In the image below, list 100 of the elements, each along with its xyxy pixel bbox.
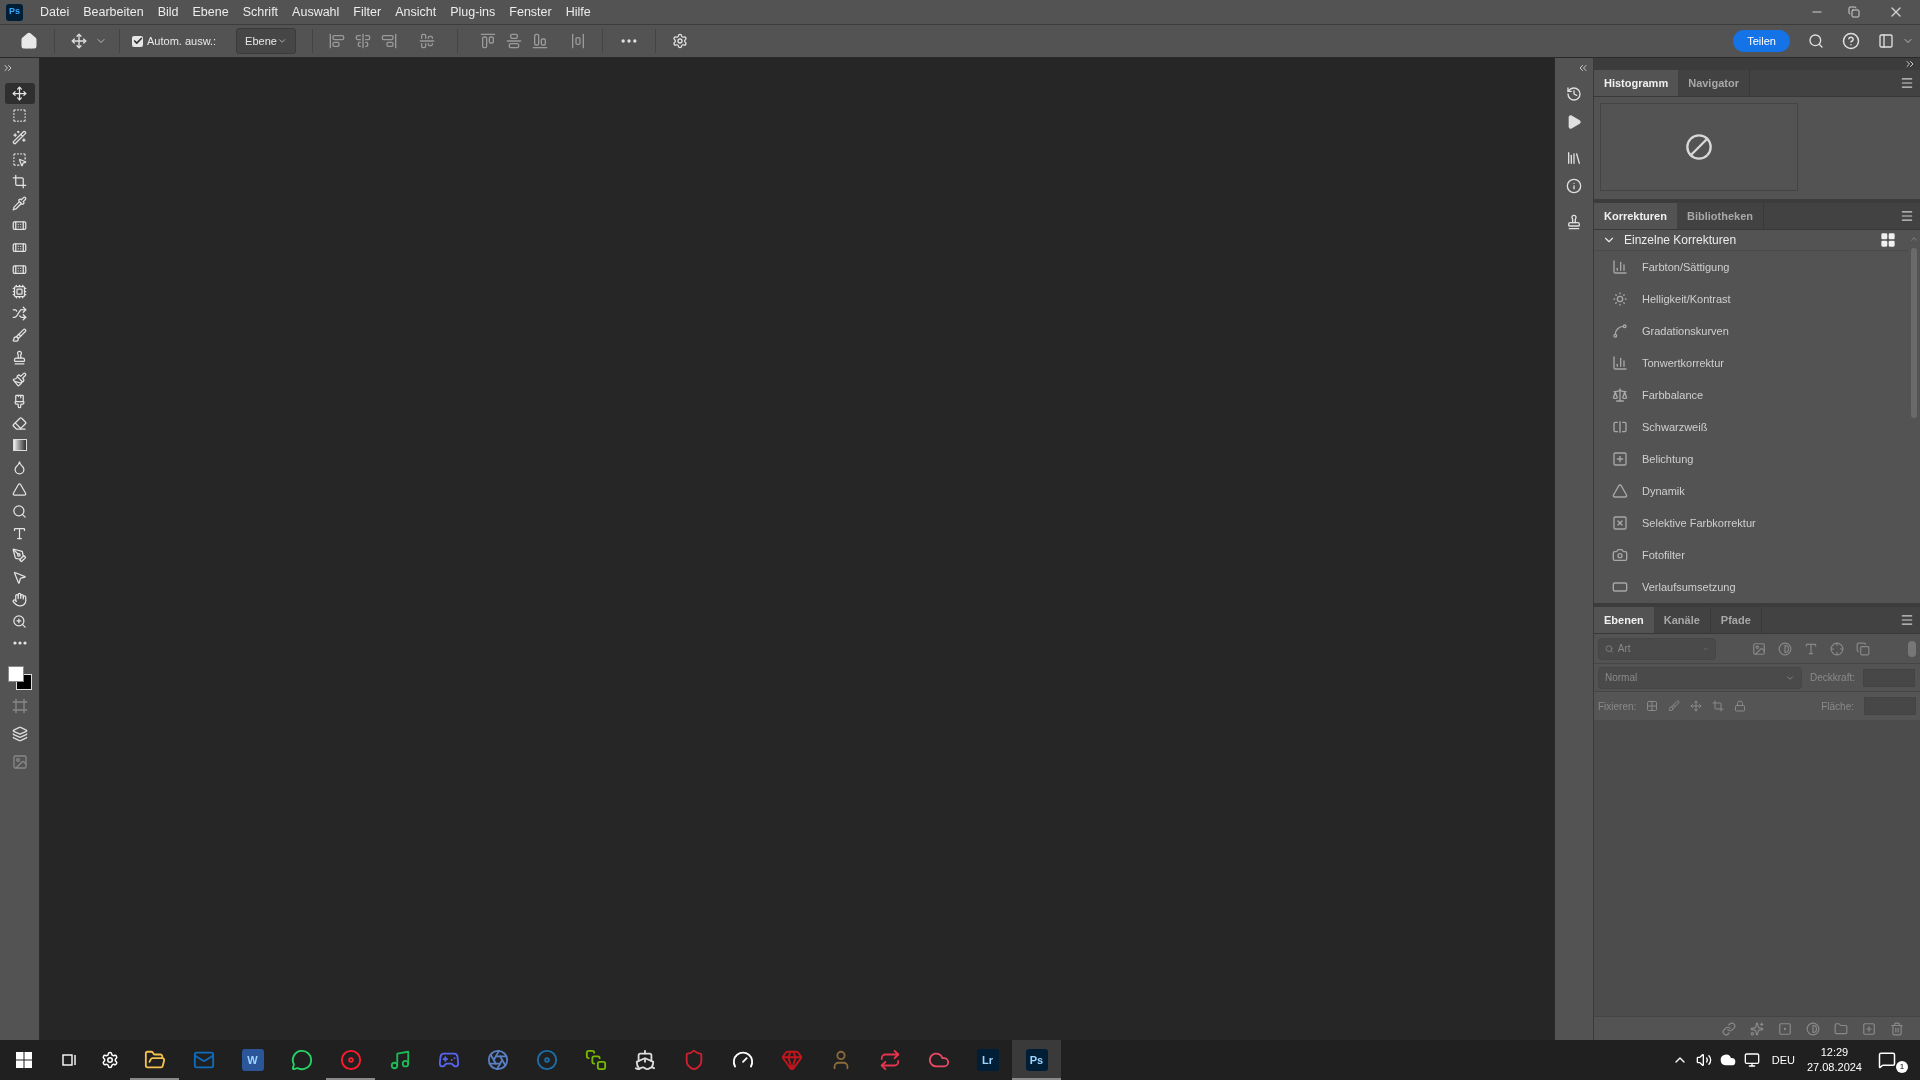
adjustment-item[interactable]: Gradationskurven [1594, 315, 1908, 347]
workspace-icon[interactable] [1878, 33, 1894, 49]
distribute-icon[interactable] [570, 33, 587, 49]
menu-item[interactable]: Bearbeiten [76, 2, 151, 22]
home-icon[interactable] [20, 32, 38, 50]
zoom-icon [12, 613, 27, 629]
empty-set-icon [1685, 133, 1713, 161]
shuffle-icon [12, 305, 27, 321]
help-icon[interactable] [1842, 32, 1860, 50]
notification-icon[interactable] [1878, 1051, 1896, 1069]
taskbar-app[interactable]: W [228, 1040, 277, 1080]
gear-icon[interactable] [101, 1051, 119, 1069]
filter-toggle[interactable] [1908, 640, 1916, 657]
info-icon[interactable] [1566, 178, 1582, 194]
menu-item[interactable]: Ansicht [388, 2, 444, 22]
layer-search-field[interactable]: Art [1598, 637, 1716, 660]
pointer-icon [12, 569, 27, 585]
adjustment-item[interactable]: Selektive Farbkorrektur [1594, 507, 1908, 539]
adjustment-item[interactable]: Farbbalance [1594, 379, 1908, 411]
align-center-icon[interactable] [355, 33, 372, 49]
expand-icon[interactable] [2, 62, 14, 74]
panel-menu-icon[interactable] [1900, 613, 1914, 627]
panel-tab[interactable]: Ebenen [1594, 607, 1654, 633]
network-icon[interactable] [1743, 1052, 1760, 1068]
clock-time: 12:29 [1820, 1045, 1849, 1060]
align-middle-icon[interactable] [506, 33, 523, 49]
eyedropper-icon [12, 195, 27, 211]
app-logo: W [241, 1049, 264, 1071]
triangle-icon [12, 481, 27, 497]
align-left-icon[interactable] [329, 33, 346, 49]
restore-icon[interactable] [1848, 6, 1860, 18]
panel-tab[interactable]: Kanäle [1653, 607, 1711, 633]
app-logo: Lr [976, 1049, 999, 1071]
group-title[interactable]: Einzelne Korrekturen [1624, 231, 1737, 249]
target-dropdown[interactable]: Ebene [236, 28, 297, 54]
stamp-icon[interactable] [1566, 214, 1582, 230]
menu-item[interactable]: Ebene [185, 2, 236, 22]
share-button[interactable]: Teilen [1733, 30, 1790, 52]
panel-tab[interactable]: Pfade [1710, 607, 1762, 633]
clock[interactable]: 12:29 27.08.2024 [1806, 1045, 1862, 1075]
search-icon[interactable] [1808, 33, 1824, 49]
adjustment-item[interactable]: Schwarzweiß [1594, 411, 1908, 443]
history-icon[interactable] [1566, 86, 1582, 102]
panel-tab[interactable]: Korrekturen [1594, 203, 1677, 229]
app-logo: Ps [6, 3, 23, 21]
search-input[interactable]: Art [1617, 641, 1698, 656]
play-icon[interactable] [1566, 114, 1582, 130]
panel-tab[interactable]: Histogramm [1594, 70, 1679, 96]
distribute-icon[interactable] [419, 33, 436, 49]
adjustment-item[interactable]: Tonwertkorrektur [1594, 347, 1908, 379]
color-swatches-drawing[interactable] [7, 666, 32, 690]
checkbox-box[interactable] [132, 35, 143, 47]
adjustment-item[interactable]: Belichtung [1594, 443, 1908, 475]
windows-logo-icon[interactable] [16, 1052, 32, 1068]
adjustment-item[interactable]: Verlaufsumsetzung [1594, 571, 1908, 603]
task-view-icon[interactable] [61, 1052, 77, 1068]
collapse-icon[interactable] [1904, 58, 1916, 70]
panel-tab[interactable]: Bibliotheken [1676, 203, 1764, 229]
menu-item[interactable]: Datei [33, 2, 77, 22]
screen-mode-icon[interactable] [11, 726, 28, 742]
hand-icon [12, 591, 27, 607]
taskbar-app[interactable]: Lr [963, 1040, 1012, 1080]
scale-icon [1612, 387, 1628, 403]
move-icon [12, 85, 27, 101]
library-icon[interactable] [1566, 150, 1582, 166]
settings-icon[interactable] [672, 33, 689, 49]
tool-button[interactable] [4, 82, 35, 104]
align-right-icon[interactable] [381, 33, 398, 49]
speaker-icon[interactable] [1695, 1052, 1712, 1068]
adjustment-item[interactable]: Dynamik [1594, 475, 1908, 507]
panel-tab[interactable]: Navigator [1678, 70, 1750, 96]
menu-item[interactable]: Plug-ins [443, 2, 503, 22]
panel-menu-icon[interactable] [1900, 76, 1914, 90]
auto-select-checkbox[interactable]: Autom. ausw.: [132, 32, 217, 50]
adjustment-item[interactable]: Helligkeit/Kontrast [1594, 283, 1908, 315]
menu-item[interactable]: Bild [150, 2, 186, 22]
adjustment-item[interactable]: Farbton/Sättigung [1594, 251, 1908, 283]
crop-icon [12, 173, 27, 189]
menu-item[interactable]: Schrift [235, 2, 286, 22]
adjustment-item[interactable]: Fotofilter [1594, 539, 1908, 571]
taskbar-app[interactable]: Ps [1012, 1040, 1061, 1080]
menu-item[interactable]: Hilfe [558, 2, 598, 22]
panel-menu-icon[interactable] [1900, 209, 1914, 223]
half-square-icon [1612, 419, 1628, 435]
collapse-icon[interactable] [1577, 62, 1589, 74]
checkerboard-icon[interactable] [1646, 700, 1659, 712]
menu-item[interactable]: Filter [346, 2, 389, 22]
menu-item[interactable]: Auswahl [285, 2, 347, 22]
menu-item[interactable]: Fenster [502, 2, 559, 22]
sun-icon [1612, 291, 1628, 307]
stamp-icon [12, 349, 27, 365]
cloud-icon[interactable] [1719, 1052, 1736, 1068]
align-top-icon[interactable] [480, 33, 497, 49]
camera-icon [1612, 547, 1628, 563]
language-indicator[interactable]: DEU [1771, 1051, 1795, 1069]
brush-icon [12, 393, 27, 409]
align-bottom-icon[interactable] [532, 33, 549, 49]
grid-view-icon[interactable] [1880, 232, 1896, 248]
move-icon[interactable] [71, 33, 87, 49]
more-icon [12, 641, 27, 645]
